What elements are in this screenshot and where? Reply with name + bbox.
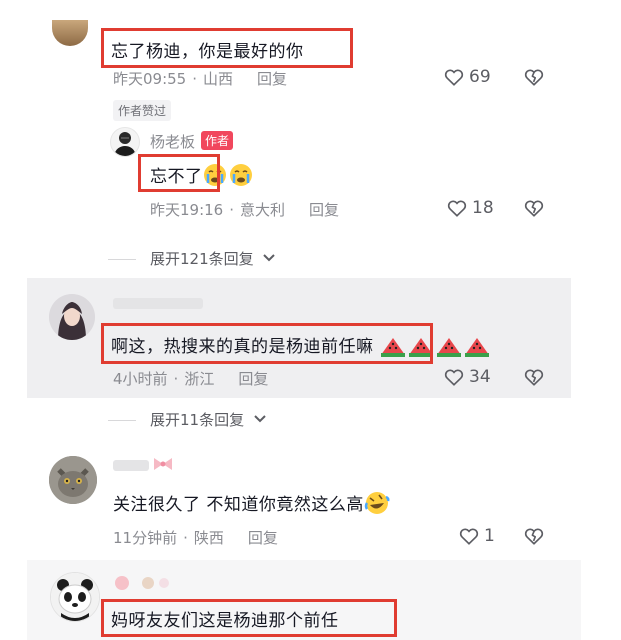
- like-button[interactable]: 18: [447, 198, 494, 218]
- reply-button[interactable]: 回复: [257, 70, 287, 88]
- comment-meta: 11分钟前 · 陕西 回复: [113, 527, 278, 548]
- chevron-down-icon: [254, 415, 266, 423]
- heart-outline-icon: [447, 200, 467, 217]
- author-liked-tag: 作者赞过: [113, 100, 172, 121]
- blurred-username: [113, 460, 149, 471]
- avatar[interactable]: [49, 456, 97, 504]
- comment-text-content: 关注很久了 不知道你竟然这么高: [113, 495, 364, 515]
- like-button[interactable]: 69: [444, 67, 491, 87]
- broken-heart-icon: [524, 369, 544, 386]
- blurred-username: [113, 298, 203, 309]
- separator-dot: ·: [173, 370, 179, 388]
- separator-dot: ·: [229, 201, 235, 219]
- like-count: 69: [469, 67, 491, 87]
- reply-time: 昨天19:16: [150, 201, 224, 219]
- comment-text: 关注很久了 不知道你竟然这么高: [113, 490, 390, 520]
- dislike-button[interactable]: [524, 527, 544, 549]
- reply-button[interactable]: 回复: [309, 201, 339, 219]
- like-count: 1: [484, 526, 495, 546]
- reply-location: 意大利: [240, 201, 286, 219]
- dislike-button[interactable]: [524, 199, 544, 221]
- highlight-box: [101, 323, 433, 364]
- comment-meta: 昨天09:55 · 山西 回复: [113, 68, 287, 89]
- like-count: 34: [469, 367, 491, 387]
- heart-outline-icon: [444, 369, 464, 386]
- comment-location: 山西: [203, 70, 234, 88]
- like-button[interactable]: 34: [444, 367, 491, 387]
- rofl-emoji-icon: [364, 491, 390, 520]
- highlight-box: [101, 599, 397, 637]
- divider-line: [108, 259, 136, 260]
- reply-meta: 昨天19:16 · 意大利 回复: [150, 199, 339, 220]
- like-button[interactable]: 1: [459, 526, 495, 546]
- reply-author-line: 杨老板 作者: [150, 131, 234, 152]
- crying-emoji-icon: [229, 163, 255, 192]
- comment-time: 11分钟前: [113, 529, 178, 547]
- sticker-icon: [112, 574, 172, 596]
- author-badge: 作者: [201, 131, 234, 150]
- highlight-box: [138, 154, 220, 192]
- divider-line: [108, 420, 136, 421]
- separator-dot: ·: [183, 529, 188, 547]
- like-count: 18: [472, 198, 494, 218]
- heart-outline-icon: [459, 528, 479, 545]
- expand-replies-label: 展开11条回复: [150, 411, 245, 429]
- reply-button[interactable]: 回复: [248, 529, 278, 547]
- broken-heart-icon: [524, 69, 544, 86]
- comment-time: 昨天09:55: [113, 70, 187, 88]
- dislike-button[interactable]: [524, 68, 544, 90]
- heart-outline-icon: [444, 69, 464, 86]
- expand-replies-button[interactable]: 展开121条回复: [108, 248, 276, 269]
- watermelon-emoji-icon: [435, 335, 463, 362]
- panda-avatar-icon: [51, 573, 99, 621]
- girl-avatar-icon: [49, 294, 95, 340]
- author-avatar[interactable]: [110, 127, 140, 157]
- cat-avatar-icon: [49, 456, 97, 504]
- dislike-button[interactable]: [524, 368, 544, 390]
- chevron-down-icon: [263, 254, 276, 262]
- comment-location: 浙江: [184, 370, 215, 388]
- bow-icon: [152, 456, 174, 476]
- reply-author-name[interactable]: 杨老板: [150, 133, 195, 151]
- reply-button[interactable]: 回复: [238, 370, 268, 388]
- avatar[interactable]: [49, 294, 95, 340]
- watermelon-emoji-icon: [463, 335, 491, 362]
- expand-replies-button[interactable]: 展开11条回复: [108, 409, 267, 430]
- person-avatar-icon: [114, 132, 136, 156]
- comment-meta: 4小时前 · 浙江 回复: [113, 368, 268, 389]
- separator-dot: ·: [192, 70, 198, 88]
- comment-time: 4小时前: [113, 370, 168, 388]
- avatar[interactable]: [50, 572, 100, 622]
- highlight-box: [101, 28, 353, 68]
- comment-location: 陕西: [193, 529, 224, 547]
- expand-replies-label: 展开121条回复: [150, 250, 254, 268]
- broken-heart-icon: [524, 528, 544, 545]
- broken-heart-icon: [524, 200, 544, 217]
- avatar[interactable]: [52, 20, 88, 46]
